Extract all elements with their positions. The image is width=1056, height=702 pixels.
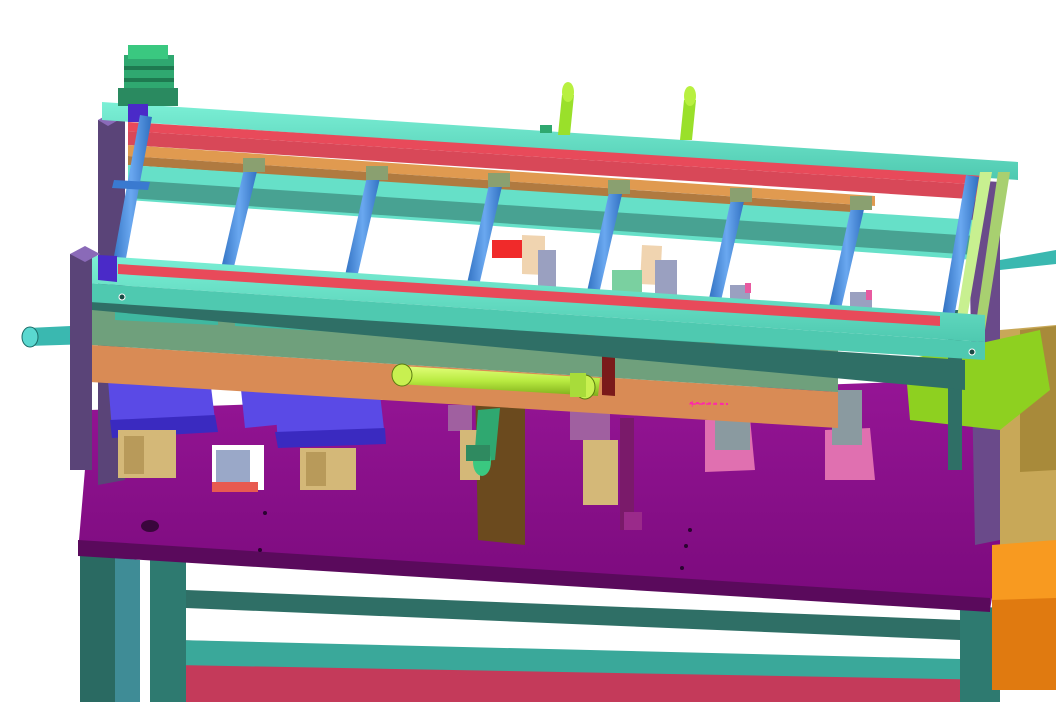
clamp-icon[interactable] xyxy=(492,235,556,290)
upper-cylinders[interactable] xyxy=(540,82,696,140)
side-shaft xyxy=(1000,250,1056,270)
assembly-model[interactable]: + xyxy=(0,0,1056,702)
cad-3d-viewport[interactable]: + xyxy=(0,0,1056,702)
mount-hole-icon xyxy=(141,520,159,532)
